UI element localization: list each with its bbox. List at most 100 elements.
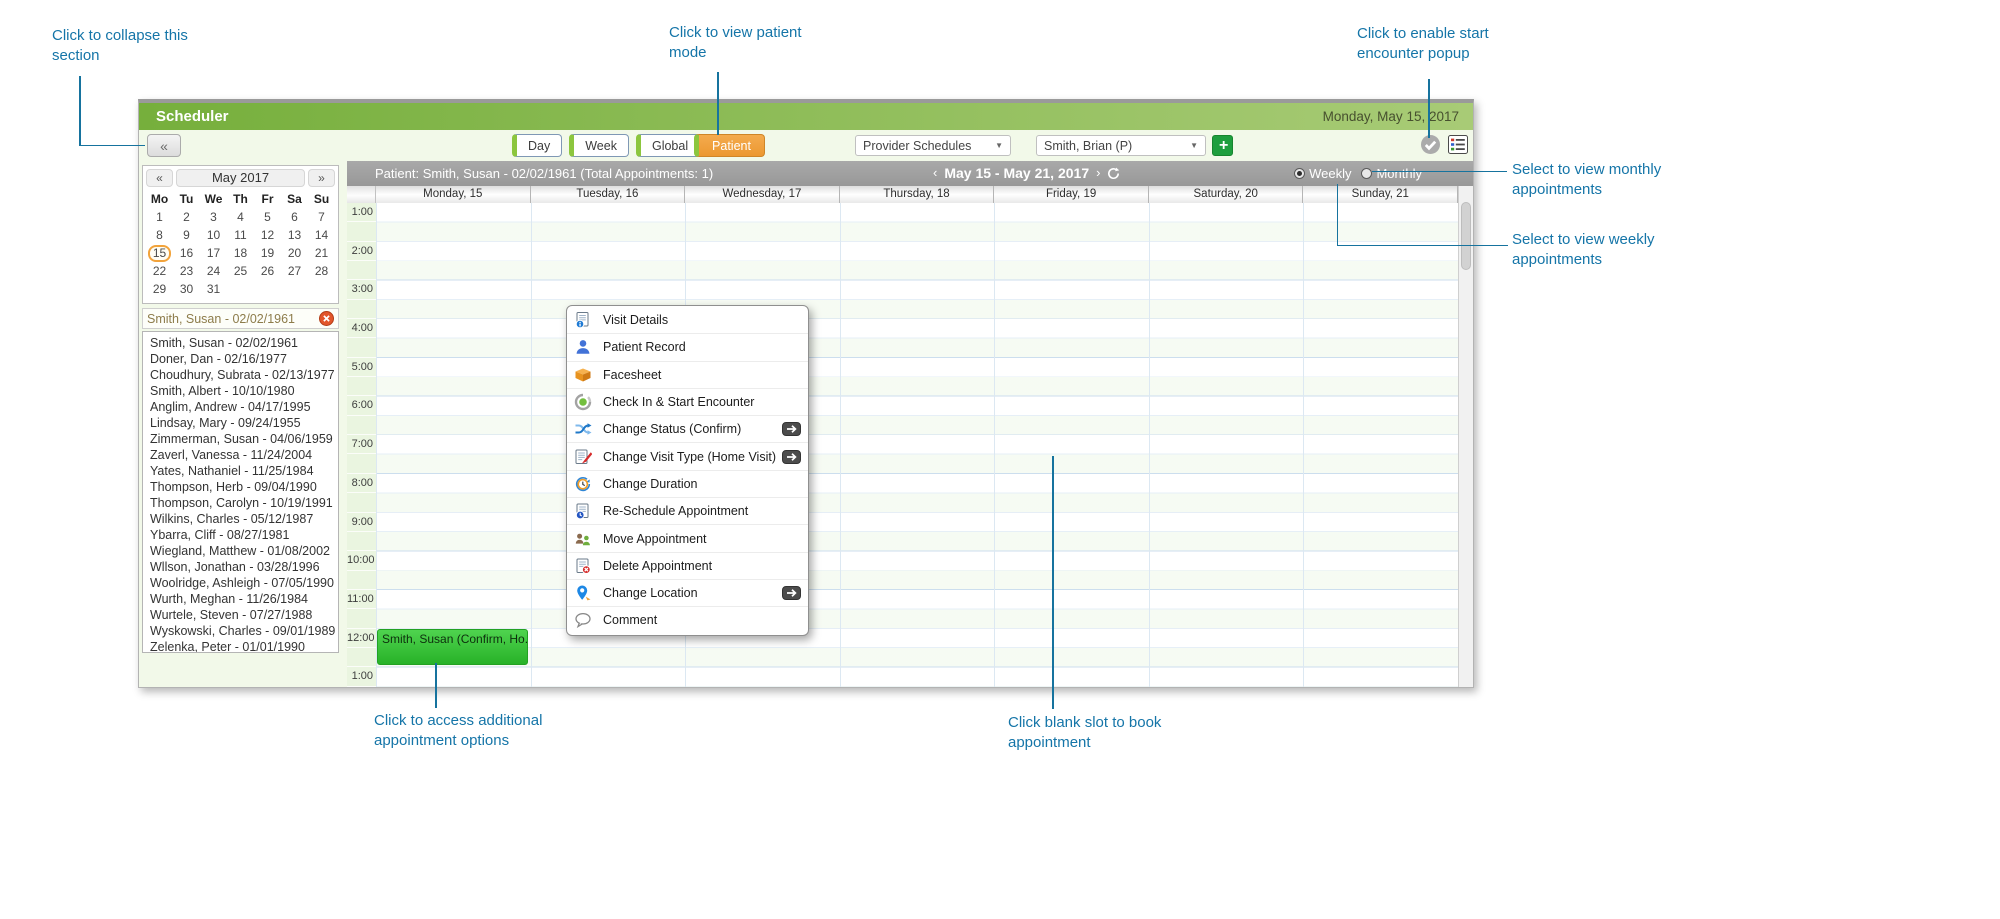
calendar-day-30[interactable]: 30 (173, 281, 200, 299)
patient-list-item[interactable]: Thompson, Carolyn - 10/19/1991 (150, 495, 338, 511)
start-encounter-toggle-icon[interactable] (1420, 134, 1441, 160)
patient-list-item[interactable]: Wyskowski, Charles - 09/01/1989 (150, 623, 338, 639)
calendar-day-1[interactable]: 1 (146, 209, 173, 227)
calendar-day-16[interactable]: 16 (173, 245, 200, 263)
patient-list-item[interactable]: Thompson, Herb - 09/04/1990 (150, 479, 338, 495)
menu-item-patient-record[interactable]: Patient Record (567, 334, 808, 361)
calendar-day-26[interactable]: 26 (254, 263, 281, 281)
refresh-icon[interactable] (1107, 167, 1120, 180)
patient-list-item[interactable]: Smith, Susan - 02/02/1961 (150, 335, 338, 351)
calendar-day-9[interactable]: 9 (173, 227, 200, 245)
menu-item-label: Change Status (Confirm) (603, 422, 741, 436)
appointment-list-icon[interactable] (1448, 135, 1468, 159)
calendar-day-23[interactable]: 23 (173, 263, 200, 281)
submenu-arrow-icon[interactable] (782, 586, 801, 600)
calendar-day-8[interactable]: 8 (146, 227, 173, 245)
calendar-day-4[interactable]: 4 (227, 209, 254, 227)
patient-list-item[interactable]: Choudhury, Subrata - 02/13/1977 (150, 367, 338, 383)
calendar-day-10[interactable]: 10 (200, 227, 227, 245)
calendar-day-21[interactable]: 21 (308, 245, 335, 263)
menu-item-re-schedule-appointment[interactable]: Re-Schedule Appointment (567, 498, 808, 525)
calendar-day-27[interactable]: 27 (281, 263, 308, 281)
monthly-radio[interactable] (1361, 168, 1372, 179)
submenu-arrow-icon[interactable] (782, 422, 801, 436)
day-column-thursday-18[interactable] (841, 203, 996, 687)
prev-week-button[interactable]: ‹ (933, 165, 937, 181)
patient-list-item[interactable]: Anglim, Andrew - 04/17/1995 (150, 399, 338, 415)
calendar-day-24[interactable]: 24 (200, 263, 227, 281)
patient-list-item[interactable]: Zelenka, Peter - 01/01/1990 (150, 639, 338, 653)
calendar-day-20[interactable]: 20 (281, 245, 308, 263)
provider-dropdown[interactable]: Smith, Brian (P) ▼ (1036, 135, 1206, 156)
patient-list-item[interactable]: Wilkins, Charles - 05/12/1987 (150, 511, 338, 527)
day-header-wednesday-17: Wednesday, 17 (685, 186, 840, 203)
calendar-day-19[interactable]: 19 (254, 245, 281, 263)
calendar-day-5[interactable]: 5 (254, 209, 281, 227)
calendar-day-31[interactable]: 31 (200, 281, 227, 299)
calendar-day-14[interactable]: 14 (308, 227, 335, 245)
view-button-day[interactable]: Day (512, 134, 562, 157)
scrollbar-thumb[interactable] (1461, 202, 1471, 270)
patient-list-item[interactable]: Wurth, Meghan - 11/26/1984 (150, 591, 338, 607)
vertical-scrollbar[interactable] (1458, 186, 1473, 687)
day-column-sunday-21[interactable] (1304, 203, 1459, 687)
patient-list-item[interactable]: Woolridge, Ashleigh - 07/05/1990 (150, 575, 338, 591)
calendar-day-17[interactable]: 17 (200, 245, 227, 263)
collapse-sidebar-button[interactable]: « (147, 134, 181, 157)
calendar-day-29[interactable]: 29 (146, 281, 173, 299)
prev-month-button[interactable]: « (146, 169, 173, 187)
day-header-row: Monday, 15Tuesday, 16Wednesday, 17Thursd… (347, 186, 1473, 203)
calendar-day-28[interactable]: 28 (308, 263, 335, 281)
menu-item-facesheet[interactable]: Facesheet (567, 362, 808, 389)
patient-list-item[interactable]: Wurtele, Steven - 07/27/1988 (150, 607, 338, 623)
calendar-day-11[interactable]: 11 (227, 227, 254, 245)
sidebar: « May 2017 » MoTuWeThFrSaSu 123456789101… (139, 161, 348, 687)
calendar-day-2[interactable]: 2 (173, 209, 200, 227)
menu-item-change-status-confirm[interactable]: Change Status (Confirm) (567, 416, 808, 443)
calendar-day-3[interactable]: 3 (200, 209, 227, 227)
menu-item-change-duration[interactable]: Change Duration (567, 471, 808, 498)
submenu-arrow-icon[interactable] (782, 450, 801, 464)
patient-list-item[interactable]: Zimmerman, Susan - 04/06/1959 (150, 431, 338, 447)
patient-list-item[interactable]: Lindsay, Mary - 09/24/1955 (150, 415, 338, 431)
calendar-day-12[interactable]: 12 (254, 227, 281, 245)
menu-item-check-in-start-encounter[interactable]: Check In & Start Encounter (567, 389, 808, 416)
time-label: 10:00 (347, 551, 376, 569)
patient-list-item[interactable]: Wiegland, Matthew - 01/08/2002 (150, 543, 338, 559)
day-column-friday-19[interactable] (995, 203, 1150, 687)
calendar-day-15[interactable]: 15 (146, 245, 173, 263)
view-button-global[interactable]: Global (636, 134, 700, 157)
patient-list-item[interactable]: Zaverl, Vanessa - 11/24/2004 (150, 447, 338, 463)
schedule-type-dropdown[interactable]: Provider Schedules ▼ (855, 135, 1011, 156)
patient-list-item[interactable]: Doner, Dan - 02/16/1977 (150, 351, 338, 367)
remove-patient-icon[interactable] (319, 311, 334, 326)
menu-item-change-location[interactable]: Change Location (567, 580, 808, 607)
toolbar: « Day Week Global Patient Provider Schedul… (139, 130, 1473, 161)
patient-list-item[interactable]: Ybarra, Cliff - 08/27/1981 (150, 527, 338, 543)
next-week-button[interactable]: › (1096, 165, 1100, 181)
day-column-monday-15[interactable] (377, 203, 532, 687)
menu-item-move-appointment[interactable]: Move Appointment (567, 525, 808, 552)
page: Click to collapse this section Click to … (0, 0, 2000, 919)
appointment-block[interactable]: Smith, Susan (Confirm, Ho... (377, 629, 528, 665)
weekly-radio[interactable] (1294, 168, 1305, 179)
view-button-week[interactable]: Week (569, 134, 629, 157)
menu-item-delete-appointment[interactable]: Delete Appointment (567, 553, 808, 580)
calendar-day-7[interactable]: 7 (308, 209, 335, 227)
selected-patient-field[interactable]: Smith, Susan - 02/02/1961 (142, 308, 339, 329)
calendar-day-18[interactable]: 18 (227, 245, 254, 263)
calendar-day-22[interactable]: 22 (146, 263, 173, 281)
patient-list-item[interactable]: Yates, Nathaniel - 11/25/1984 (150, 463, 338, 479)
add-provider-button[interactable]: + (1212, 135, 1233, 156)
menu-item-change-visit-type-home-visit[interactable]: Change Visit Type (Home Visit) (567, 443, 808, 470)
next-month-button[interactable]: » (308, 169, 335, 187)
patient-mode-button[interactable]: Patient (694, 134, 765, 157)
calendar-day-6[interactable]: 6 (281, 209, 308, 227)
patient-list-item[interactable]: Wllson, Jonathan - 03/28/1996 (150, 559, 338, 575)
calendar-day-13[interactable]: 13 (281, 227, 308, 245)
calendar-day-25[interactable]: 25 (227, 263, 254, 281)
patient-list-item[interactable]: Smith, Albert - 10/10/1980 (150, 383, 338, 399)
menu-item-comment[interactable]: Comment (567, 607, 808, 633)
day-column-saturday-20[interactable] (1150, 203, 1305, 687)
menu-item-visit-details[interactable]: Visit Details (567, 307, 808, 334)
